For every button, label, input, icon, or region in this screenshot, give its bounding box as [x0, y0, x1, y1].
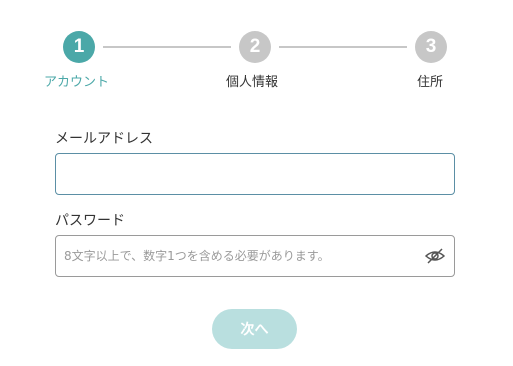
step-1-label: アカウント	[44, 75, 110, 90]
password-field[interactable]	[56, 236, 454, 276]
password-field-container	[55, 235, 455, 277]
password-label: パスワード	[55, 213, 125, 229]
step-2-indicator: 2	[239, 31, 271, 63]
step-connector	[103, 46, 231, 48]
email-label: メールアドレス	[55, 131, 153, 147]
step-3-label: 住所	[417, 75, 444, 90]
step-1-indicator: 1	[63, 31, 95, 63]
email-field[interactable]	[56, 154, 454, 194]
eye-slash-icon[interactable]	[424, 247, 446, 265]
email-field-container	[55, 153, 455, 195]
step-3-indicator: 3	[415, 31, 447, 63]
stepper: 1 2 3 アカウント 個人情報 住所	[0, 30, 513, 90]
step-2-label: 個人情報	[226, 75, 279, 90]
next-button[interactable]: 次へ	[212, 309, 297, 349]
step-connector	[279, 46, 407, 48]
